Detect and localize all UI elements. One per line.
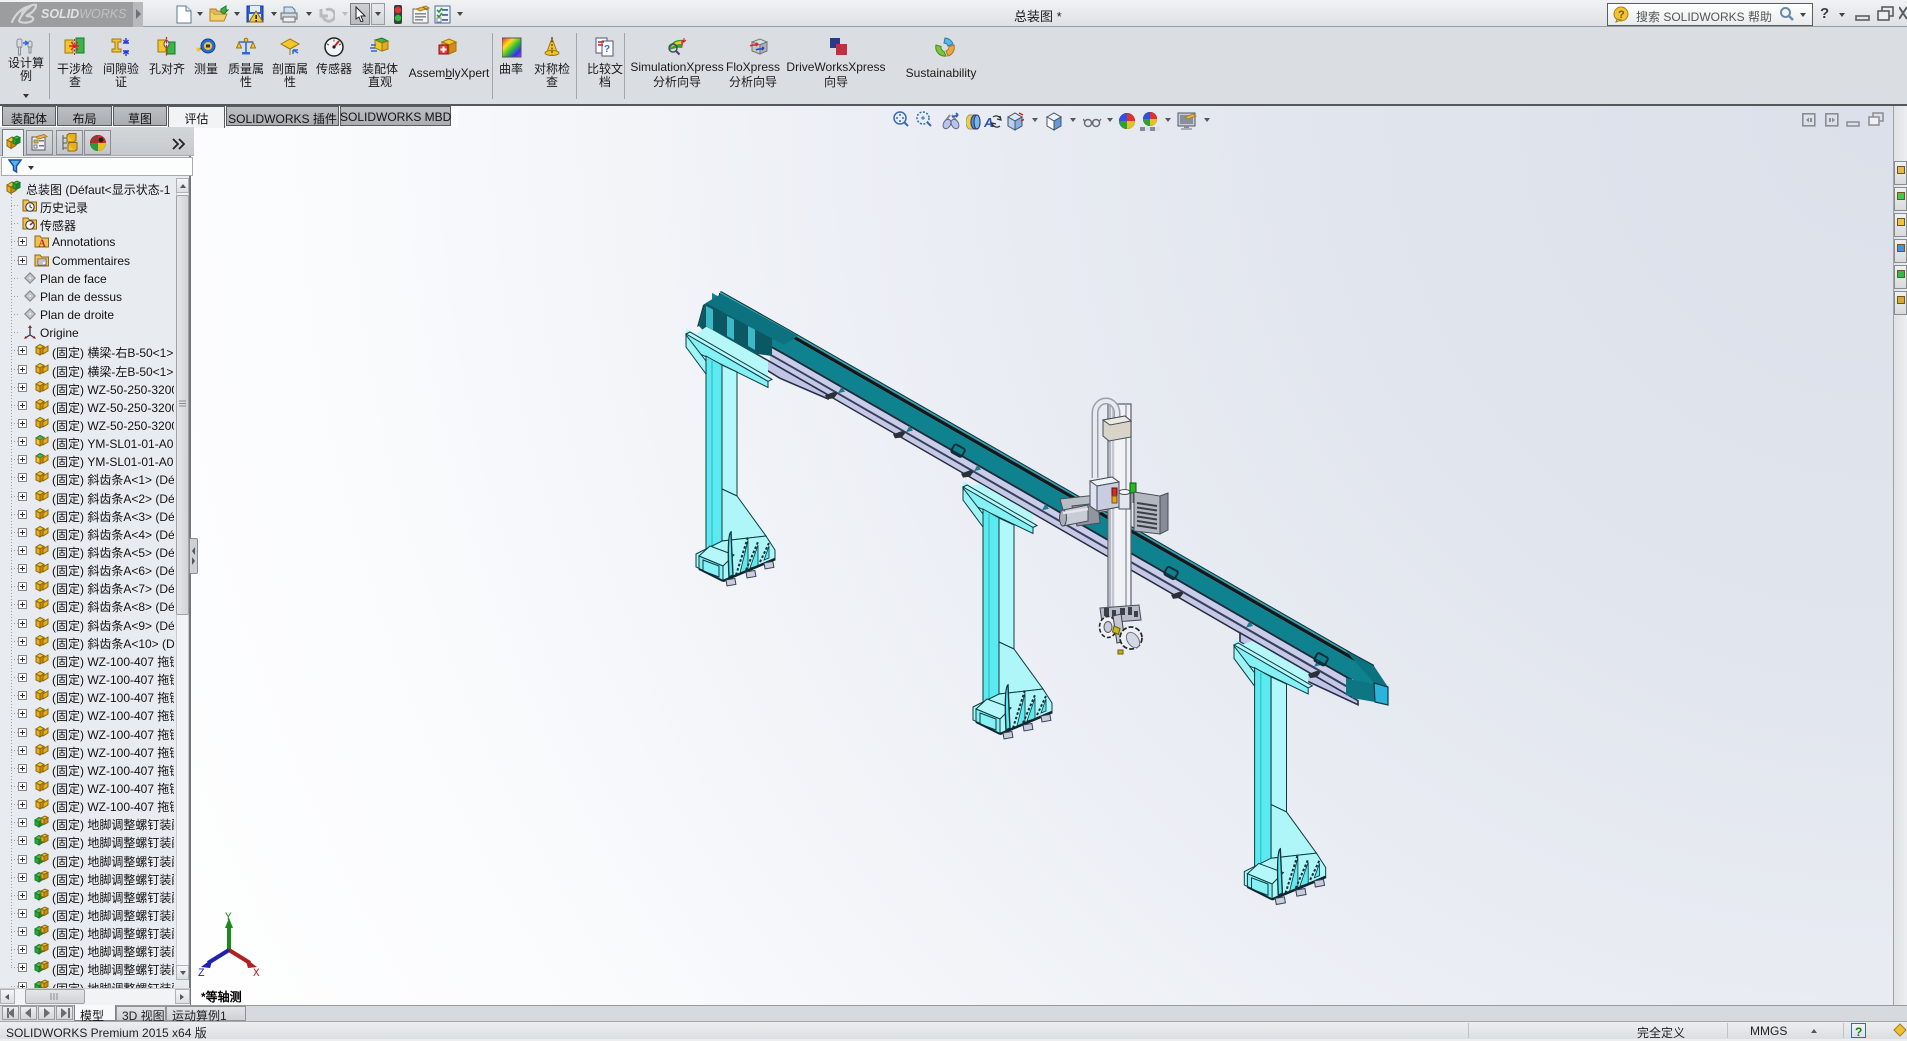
svg-text:?: ? <box>604 44 610 55</box>
svg-text:SOLIDWORKS: SOLIDWORKS <box>41 7 127 21</box>
svg-text:?: ? <box>1618 9 1625 21</box>
svg-text:Y: Y <box>225 912 232 924</box>
svg-text:X: X <box>253 968 260 978</box>
svg-text:A: A <box>39 239 47 250</box>
svg-text:Z: Z <box>198 968 205 978</box>
